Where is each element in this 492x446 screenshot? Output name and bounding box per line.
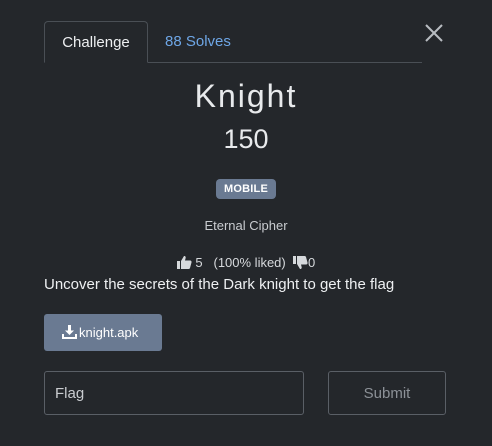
tag-container: MOBILE: [0, 179, 492, 199]
download-icon: [62, 316, 77, 353]
liked-percentage: (100% liked): [213, 255, 286, 270]
challenge-description: Uncover the secrets of the Dark knight t…: [44, 276, 395, 293]
likes-count: 5: [195, 255, 203, 270]
flag-input[interactable]: [44, 371, 304, 415]
tab-challenge[interactable]: Challenge: [44, 21, 148, 63]
tag-badge: MOBILE: [216, 179, 276, 199]
close-button[interactable]: [423, 22, 445, 44]
challenge-category: Eternal Cipher: [204, 218, 288, 233]
download-file-button[interactable]: knight.apk: [44, 314, 162, 351]
challenge-points: 150: [223, 124, 269, 154]
dislikes-count: 0: [307, 255, 316, 270]
thumbs-up-icon[interactable]: [176, 256, 192, 272]
tab-bar: Challenge 88 Solves: [44, 21, 422, 63]
tab-solves[interactable]: 88 Solves: [165, 21, 231, 62]
file-name: knight.apk: [79, 325, 139, 340]
challenge-modal: Challenge 88 Solves Knight 150 MOBILE Et…: [0, 0, 492, 446]
close-icon: [425, 24, 443, 42]
thumbs-down-icon[interactable]: [292, 256, 308, 272]
vote-summary: 5 (100% liked) 0: [0, 255, 492, 272]
submit-button[interactable]: Submit: [328, 371, 446, 415]
challenge-title: Knight: [194, 78, 298, 114]
